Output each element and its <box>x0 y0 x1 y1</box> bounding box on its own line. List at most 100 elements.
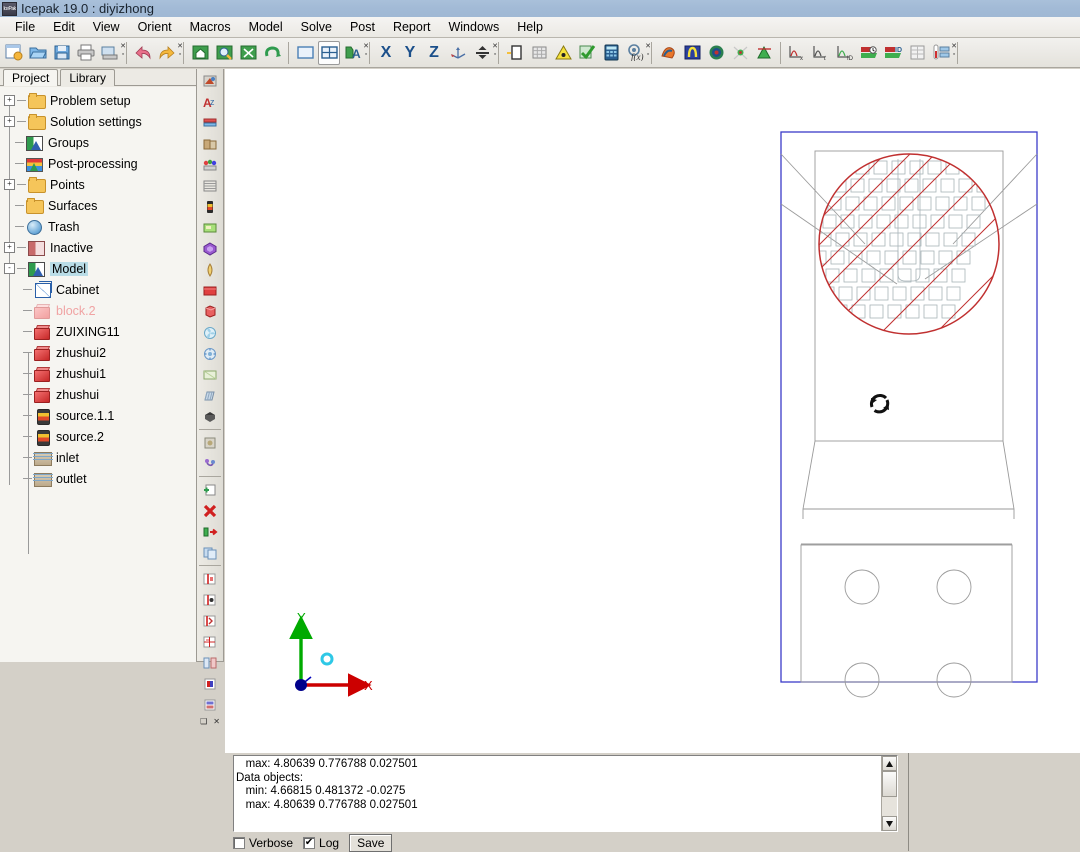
new-project-icon[interactable] <box>3 41 25 65</box>
align-centers-icon[interactable] <box>198 589 223 610</box>
solution-monitor-icon[interactable]: ✕ ▫ <box>930 41 957 65</box>
move-object-icon[interactable] <box>198 521 223 542</box>
tree-item-source-2[interactable]: source.2 <box>0 426 196 447</box>
tree-item-source-1-1[interactable]: source.1.1 <box>0 405 196 426</box>
open-project-icon[interactable] <box>27 41 49 65</box>
console-output-box[interactable]: max: 4.80639 0.776788 0.027501 Data obje… <box>233 755 898 832</box>
delete-object-icon[interactable] <box>198 500 223 521</box>
align-icon[interactable]: ✕ ▫ <box>471 41 498 65</box>
menu-help[interactable]: Help <box>508 18 552 36</box>
tree-item-model[interactable]: - Model <box>0 258 196 279</box>
separate-object-icon[interactable] <box>198 652 223 673</box>
tree-item-inactive[interactable]: + Inactive <box>0 237 196 258</box>
scroll-up-button[interactable] <box>882 756 897 771</box>
menu-file[interactable]: File <box>6 18 44 36</box>
create-enclosure-icon[interactable] <box>198 133 223 154</box>
console-scrollbar[interactable] <box>881 756 897 831</box>
create-block-icon[interactable] <box>198 301 223 322</box>
match-volume-icon[interactable] <box>198 631 223 652</box>
tree-item-groups[interactable]: Groups <box>0 132 196 153</box>
print-screen-icon[interactable]: ✕ ▫ <box>99 41 126 65</box>
menu-edit[interactable]: Edit <box>44 18 84 36</box>
xy-plot-icon[interactable]: x <box>786 41 808 65</box>
tree-item-post-processing[interactable]: Post-processing <box>0 153 196 174</box>
tree-item-points[interactable]: + Points <box>0 174 196 195</box>
menu-view[interactable]: View <box>84 18 129 36</box>
particle-trace-icon[interactable] <box>729 41 751 65</box>
point-probe-icon[interactable] <box>705 41 727 65</box>
create-stack-icon[interactable] <box>198 112 223 133</box>
verbose-checkbox[interactable] <box>233 836 245 849</box>
menu-solve[interactable]: Solve <box>292 18 341 36</box>
tree-item-outlet[interactable]: outlet <box>0 468 196 489</box>
menu-post[interactable]: Post <box>341 18 384 36</box>
menu-report[interactable]: Report <box>384 18 440 36</box>
new-object-icon[interactable] <box>198 479 223 500</box>
redo-options-icon[interactable]: ✕ ▫ <box>176 43 184 63</box>
object-face-icon[interactable] <box>657 41 679 65</box>
create-hollow-block-icon[interactable] <box>198 238 223 259</box>
tree-item-zhushui1[interactable]: zhushui1 <box>0 363 196 384</box>
view-y-axis-icon[interactable]: Y <box>399 41 421 65</box>
scrollbar-thumb[interactable] <box>882 771 897 797</box>
single-window-icon[interactable] <box>294 41 316 65</box>
create-grille-icon[interactable] <box>198 175 223 196</box>
log-checkbox[interactable]: ✔ <box>303 836 316 849</box>
tree-item-inlet[interactable]: inlet <box>0 447 196 468</box>
create-package-icon[interactable] <box>198 432 223 453</box>
expander-icon[interactable]: - <box>4 263 15 274</box>
tree-item-solution-settings[interactable]: + Solution settings <box>0 111 196 132</box>
split-object-icon[interactable] <box>198 694 223 715</box>
menu-macros[interactable]: Macros <box>181 18 240 36</box>
graphics-canvas[interactable]: Y X <box>225 69 1080 753</box>
view-z-axis-icon[interactable]: Z <box>423 41 445 65</box>
history-plot-icon[interactable]: ID <box>834 41 856 65</box>
restore-panel-icon[interactable]: ❑ <box>200 717 207 726</box>
create-fan-icon[interactable] <box>198 322 223 343</box>
tree-item-zuixing11[interactable]: ZUIXING11 <box>0 321 196 342</box>
tree-item-problem-setup[interactable]: + Problem setup <box>0 90 196 111</box>
annotation-icon[interactable]: A ✕ ▫ <box>342 41 369 65</box>
tab-project[interactable]: Project <box>3 69 59 86</box>
full-report-icon[interactable]: ID <box>882 41 904 65</box>
tree-item-zhushui[interactable]: zhushui <box>0 384 196 405</box>
menu-windows[interactable]: Windows <box>439 18 508 36</box>
annotation-options-icon[interactable]: ✕ ▫ <box>362 43 370 63</box>
tree-item-surfaces[interactable]: Surfaces <box>0 195 196 216</box>
save-project-icon[interactable] <box>51 41 73 65</box>
redo-icon[interactable]: ✕ ▫ <box>156 41 183 65</box>
save-button[interactable]: Save <box>349 833 393 852</box>
scrollbar-track[interactable] <box>882 771 897 816</box>
fit-to-window-icon[interactable] <box>237 41 259 65</box>
tree-item-zhushui2[interactable]: zhushui2 <box>0 342 196 363</box>
report-table-icon[interactable] <box>906 41 928 65</box>
merge-object-icon[interactable] <box>198 673 223 694</box>
create-cad-icon[interactable] <box>198 453 223 474</box>
align-faces-icon[interactable] <box>198 568 223 589</box>
print-screen-options-icon[interactable]: ✕ ▫ <box>119 43 127 63</box>
undo-icon[interactable] <box>132 41 154 65</box>
tree-item-block-2[interactable]: block.2 <box>0 300 196 321</box>
rotate-view-icon[interactable] <box>261 41 283 65</box>
solution-monitor-options-icon[interactable]: ✕ ▫ <box>950 43 958 63</box>
summary-report-icon[interactable] <box>858 41 880 65</box>
create-wall-icon[interactable] <box>198 364 223 385</box>
create-plate-icon[interactable] <box>198 217 223 238</box>
create-heatsink-icon[interactable] <box>198 385 223 406</box>
mesh-display-icon[interactable] <box>528 41 550 65</box>
expander-icon[interactable]: + <box>4 116 15 127</box>
trace-plot-icon[interactable]: t <box>810 41 832 65</box>
menu-orient[interactable]: Orient <box>129 18 181 36</box>
function-icon[interactable]: f(x) ✕ ▫ <box>624 41 651 65</box>
create-assembly-icon[interactable]: Az <box>198 91 223 112</box>
function-options-icon[interactable]: ✕ ▫ <box>644 43 652 63</box>
create-pcb-icon[interactable] <box>198 406 223 427</box>
copy-object-icon[interactable] <box>198 542 223 563</box>
cabinet-icon[interactable] <box>504 41 526 65</box>
close-panel-icon[interactable]: ✕ <box>213 717 220 726</box>
home-view-icon[interactable] <box>189 41 211 65</box>
tab-library[interactable]: Library <box>60 69 116 86</box>
isometric-view-icon[interactable] <box>447 41 469 65</box>
expander-icon[interactable]: + <box>4 95 15 106</box>
expander-icon[interactable]: + <box>4 179 15 190</box>
